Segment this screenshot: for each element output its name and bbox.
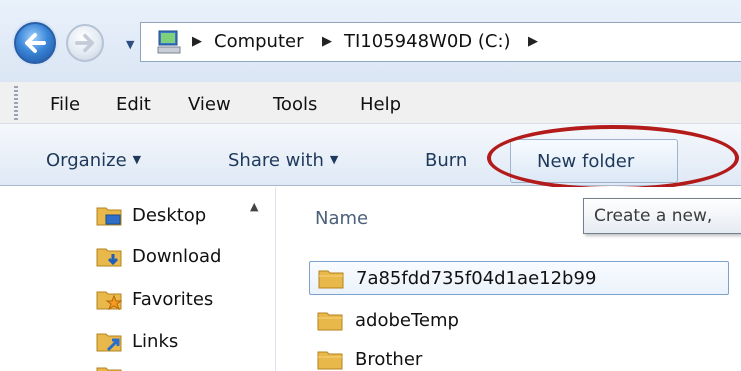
chevron-down-icon: ▼ bbox=[132, 153, 142, 166]
recent-pages-dropdown-icon[interactable]: ▼ bbox=[126, 38, 134, 51]
nav-item-label: Favorites bbox=[132, 289, 214, 310]
new-folder-label: New folder bbox=[537, 151, 635, 172]
organize-label: Organize bbox=[46, 150, 127, 171]
computer-icon[interactable] bbox=[156, 28, 184, 56]
share-with-label: Share with bbox=[228, 150, 324, 171]
menu-tools[interactable]: Tools bbox=[273, 94, 317, 115]
menu-help[interactable]: Help bbox=[360, 94, 401, 115]
nav-item-label: Links bbox=[132, 331, 179, 352]
breadcrumb-separator-icon[interactable]: ▶ bbox=[192, 34, 202, 49]
breadcrumb-drive[interactable]: TI105948W0D (C:) bbox=[344, 31, 511, 52]
folder-icon bbox=[96, 367, 122, 371]
breadcrumb-separator-icon[interactable]: ▶ bbox=[322, 34, 332, 49]
new-folder-button[interactable]: New folder bbox=[510, 139, 678, 183]
chevron-down-icon: ▼ bbox=[329, 153, 339, 166]
nav-item-downloads[interactable]: Download bbox=[96, 242, 256, 272]
arrow-right-icon bbox=[75, 33, 95, 53]
desktop-folder-icon bbox=[96, 207, 122, 226]
back-button[interactable] bbox=[14, 22, 56, 64]
menu-file[interactable]: File bbox=[50, 94, 80, 115]
share-with-button[interactable]: Share with ▼ bbox=[228, 150, 338, 171]
menu-edit[interactable]: Edit bbox=[116, 94, 151, 115]
folder-icon bbox=[317, 312, 343, 331]
list-item[interactable]: adobeTemp bbox=[309, 304, 729, 338]
favorites-folder-icon bbox=[96, 291, 122, 310]
grip-icon bbox=[14, 86, 18, 120]
burn-label: Burn bbox=[425, 150, 468, 171]
column-header-name[interactable]: Name bbox=[315, 208, 368, 229]
list-item[interactable]: Brother bbox=[309, 343, 729, 371]
folder-icon bbox=[318, 270, 344, 289]
file-name: Brother bbox=[355, 349, 423, 370]
list-item[interactable]: 7a85fdd735f04d1ae12b99 bbox=[309, 261, 729, 295]
burn-button[interactable]: Burn bbox=[425, 150, 467, 171]
arrow-left-icon bbox=[25, 33, 46, 53]
folder-icon bbox=[317, 351, 343, 370]
forward-button[interactable] bbox=[66, 24, 104, 62]
file-name: adobeTemp bbox=[355, 310, 459, 331]
nav-item-favorites[interactable]: Favorites bbox=[96, 285, 256, 315]
nav-item-label: Desktop bbox=[132, 205, 207, 226]
tooltip: Create a new, bbox=[583, 198, 741, 234]
nav-item-desktop[interactable]: Desktop bbox=[96, 201, 256, 231]
nav-item-links[interactable]: Links bbox=[96, 327, 256, 357]
file-name: 7a85fdd735f04d1ae12b99 bbox=[356, 268, 597, 289]
tooltip-text: Create a new, bbox=[594, 206, 713, 226]
breadcrumb-separator-icon[interactable]: ▶ bbox=[528, 34, 538, 49]
nav-item-label: Download bbox=[132, 246, 222, 267]
organize-button[interactable]: Organize ▼ bbox=[46, 150, 141, 171]
links-folder-icon bbox=[96, 333, 122, 352]
breadcrumb-computer[interactable]: Computer bbox=[214, 31, 303, 52]
downloads-folder-icon bbox=[96, 248, 122, 267]
menu-view[interactable]: View bbox=[188, 94, 231, 115]
